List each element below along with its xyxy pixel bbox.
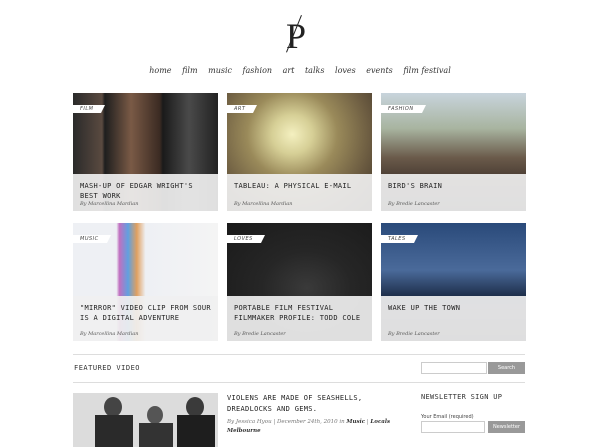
post-title[interactable]: "Mirror" video clip from Sour is a digit… <box>80 303 213 323</box>
band-photo <box>73 393 218 447</box>
site-logo[interactable]: P <box>282 15 316 56</box>
featured-post-meta: By Jessica Hyou | December 24th, 2010 in… <box>227 419 391 434</box>
post-title[interactable]: Mash-up of Edgar Wright's best work <box>80 181 213 201</box>
post-title[interactable]: Portable film festival filmmaker profile… <box>234 303 367 323</box>
post-date: December 24th, 2010 in <box>277 419 345 425</box>
tile-caption: Wake up the town By Bredie Lancaster <box>381 296 526 341</box>
featured-video-thumbnail[interactable] <box>73 393 218 447</box>
post-byline: By Marcellina Mardian <box>234 201 293 207</box>
newsletter-button[interactable]: Newsletter <box>488 421 525 433</box>
post-byline: By Marcellina Mardian <box>80 331 139 337</box>
email-label: Your Email (required) <box>421 414 474 420</box>
post-title[interactable]: Bird's Brain <box>388 181 521 191</box>
post-tile-fashion[interactable]: FASHION Bird's Brain By Bredie Lancaster <box>381 93 526 211</box>
nav-film[interactable]: film <box>182 66 197 75</box>
post-title[interactable]: Tableau: a physical e-mail <box>234 181 367 191</box>
post-tile-tales[interactable]: TALES Wake up the town By Bredie Lancast… <box>381 223 526 341</box>
post-byline: By Marcellina Mardian <box>80 201 139 207</box>
post-title[interactable]: Wake up the town <box>388 303 521 313</box>
post-byline: By Bredie Lancaster <box>388 331 440 337</box>
main-nav: home film music fashion art talks loves … <box>0 66 600 75</box>
nav-talks[interactable]: talks <box>305 66 325 75</box>
featured-video-heading: FEATURED VIDEO <box>74 364 141 372</box>
search-input[interactable] <box>421 362 487 374</box>
post-tile-music[interactable]: MUSIC "Mirror" video clip from Sour is a… <box>73 223 218 341</box>
category-tag[interactable]: ART <box>227 105 258 113</box>
tile-caption: Tableau: a physical e-mail By Marcellina… <box>227 174 372 211</box>
search-button[interactable]: Search <box>488 362 525 374</box>
divider <box>73 354 525 355</box>
post-byline: By Bredie Lancaster <box>234 331 286 337</box>
tile-caption: "Mirror" video clip from Sour is a digit… <box>73 296 218 341</box>
post-author[interactable]: By Jessica Hyou <box>227 419 272 425</box>
nav-loves[interactable]: loves <box>335 66 356 75</box>
tile-caption: Bird's Brain By Bredie Lancaster <box>381 174 526 211</box>
nav-fashion[interactable]: fashion <box>243 66 273 75</box>
tile-caption: Portable film festival filmmaker profile… <box>227 296 372 341</box>
post-byline: By Bredie Lancaster <box>388 201 440 207</box>
email-field[interactable] <box>421 421 485 433</box>
post-tile-film[interactable]: FILM Mash-up of Edgar Wright's best work… <box>73 93 218 211</box>
nav-events[interactable]: events <box>366 66 392 75</box>
category-tag[interactable]: MUSIC <box>73 235 111 243</box>
post-tile-loves[interactable]: LOVES Portable film festival filmmaker p… <box>227 223 372 341</box>
post-tile-art[interactable]: ART Tableau: a physical e-mail By Marcel… <box>227 93 372 211</box>
category-tag[interactable]: TALES <box>381 235 418 243</box>
newsletter-heading: NEWSLETTER SIGN UP <box>421 393 503 401</box>
category-tag[interactable]: FILM <box>73 105 106 113</box>
nav-home[interactable]: home <box>149 66 171 75</box>
logo-letter: P <box>286 16 307 56</box>
nav-film-festival[interactable]: film festival <box>403 66 450 75</box>
category-tag[interactable]: LOVES <box>227 235 265 243</box>
featured-post-title[interactable]: Violens are made of seashells, dreadlock… <box>227 393 407 415</box>
nav-music[interactable]: music <box>208 66 232 75</box>
category-tag[interactable]: FASHION <box>381 105 426 113</box>
nav-art[interactable]: art <box>283 66 295 75</box>
divider <box>73 382 525 383</box>
tile-caption: Mash-up of Edgar Wright's best work By M… <box>73 174 218 211</box>
category-link-music[interactable]: Music <box>346 419 365 425</box>
